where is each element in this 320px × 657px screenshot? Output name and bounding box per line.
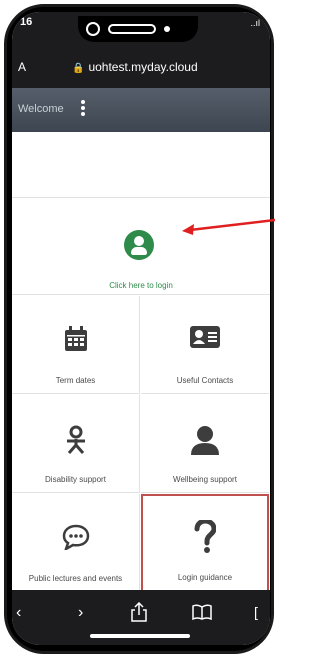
reader-settings-button[interactable]: A	[18, 60, 26, 74]
person-icon	[191, 426, 219, 455]
bookmarks-icon[interactable]	[192, 604, 212, 620]
tile-public-lectures[interactable]: Public lectures and events	[12, 494, 140, 592]
lock-icon: 🔒	[72, 63, 85, 74]
tile-useful-contacts[interactable]: Useful Contacts	[141, 296, 269, 394]
tile-label: Disability support	[45, 475, 106, 484]
more-options-icon[interactable]	[80, 98, 86, 120]
welcome-text: Welcome	[18, 103, 64, 115]
status-bar: 16 ..ıl	[12, 12, 270, 50]
screen: 16 ..ıl A 🔒 uohtest.myday.cloud Welcome C…	[12, 12, 270, 645]
url-text: uohtest.myday.cloud	[88, 60, 198, 74]
tile-label: Login guidance	[177, 573, 233, 582]
speaker-icon	[108, 24, 156, 34]
tile-term-dates[interactable]: Term dates	[12, 296, 140, 394]
back-button[interactable]: ‹	[16, 604, 21, 622]
tile-label: Public lectures and events	[28, 574, 123, 583]
contact-card-icon	[190, 326, 220, 348]
camera-ring-icon	[86, 22, 100, 36]
camera-icon	[164, 26, 170, 32]
content-spacer	[12, 132, 270, 198]
tile-wellbeing-support[interactable]: Wellbeing support	[141, 395, 269, 493]
user-circle-icon[interactable]	[124, 230, 154, 260]
tile-label: Wellbeing support	[173, 475, 237, 484]
login-label[interactable]: Click here to login	[12, 281, 270, 290]
signal-icon: ..ıl	[250, 18, 260, 28]
tile-label: Term dates	[55, 376, 96, 385]
login-tile[interactable]: Click here to login	[12, 199, 270, 295]
chat-bubble-icon	[62, 524, 89, 550]
notch	[78, 16, 198, 42]
url-field[interactable]: 🔒 uohtest.myday.cloud	[72, 60, 198, 74]
status-time: 16	[20, 16, 33, 28]
home-indicator[interactable]	[90, 634, 190, 638]
share-icon[interactable]	[130, 602, 148, 622]
calendar-icon	[64, 326, 87, 351]
annotation-arrow	[182, 218, 275, 235]
tile-label: Useful Contacts	[176, 376, 234, 385]
app-header: Welcome	[12, 88, 270, 132]
tile-disability-support[interactable]: Disability support	[12, 395, 140, 493]
forward-button[interactable]: ›	[78, 604, 83, 622]
tile-login-guidance[interactable]: Login guidance	[141, 494, 269, 592]
browser-toolbar: ‹ › [	[12, 590, 270, 645]
browser-address-bar[interactable]: A 🔒 uohtest.myday.cloud	[12, 50, 270, 88]
tabs-button[interactable]: [	[254, 604, 258, 620]
question-mark-icon	[194, 520, 216, 553]
accessibility-icon	[66, 425, 85, 454]
